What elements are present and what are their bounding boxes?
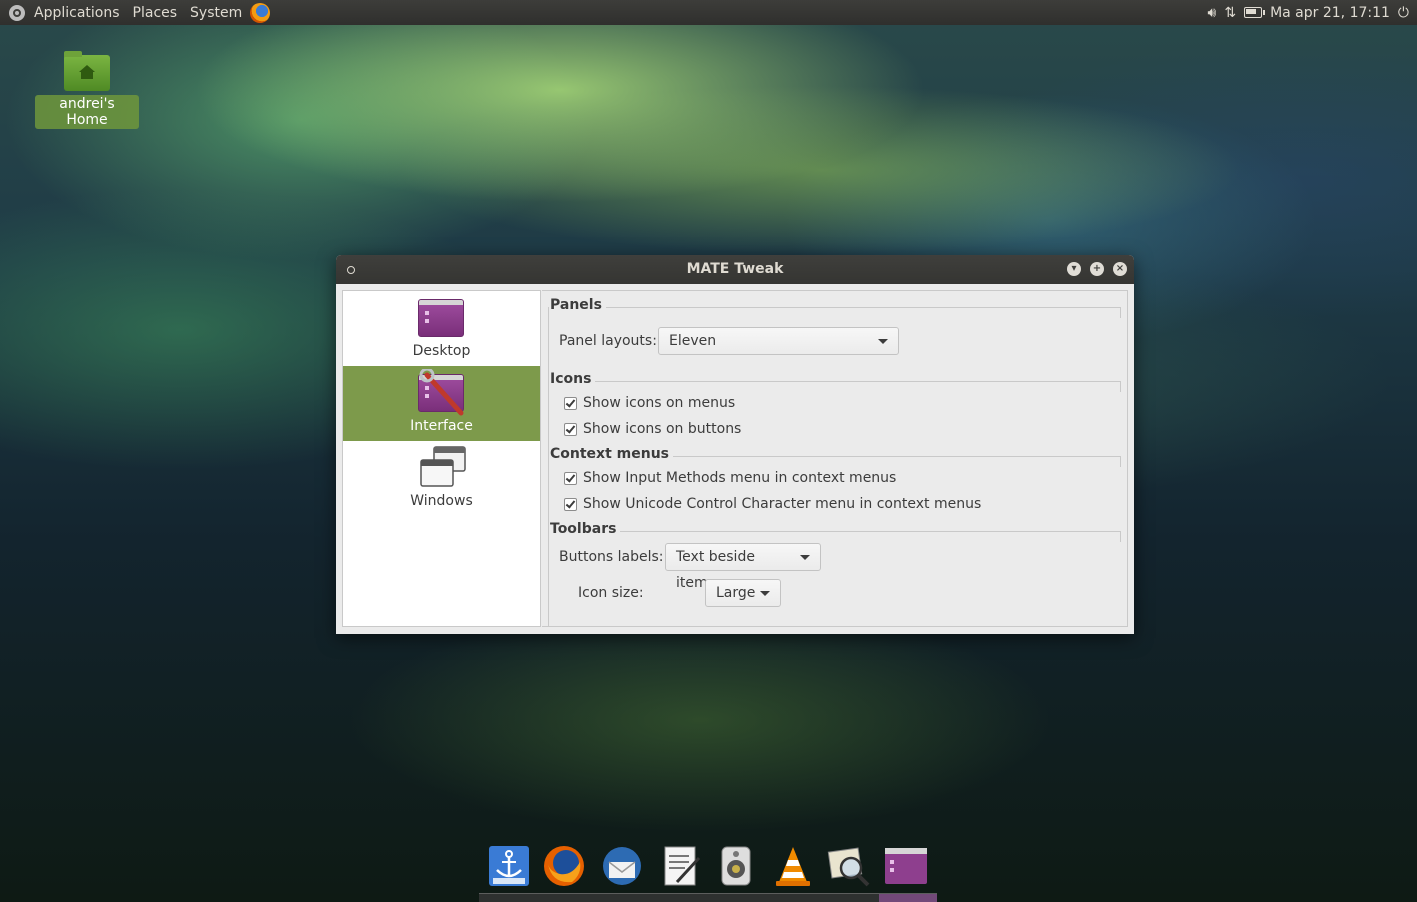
checkbox-checked-icon[interactable]	[564, 396, 577, 410]
show-icons-on-menus-checkbox[interactable]: Show icons on menus	[564, 395, 735, 411]
show-icons-on-buttons-checkbox[interactable]: Show icons on buttons	[564, 421, 741, 437]
sidebar-item-desktop[interactable]: Desktop	[343, 291, 540, 366]
icon-size-value: Large	[716, 585, 756, 601]
panel-layouts-dropdown[interactable]: Eleven	[658, 327, 899, 355]
dock	[479, 836, 937, 902]
panel-layouts-value: Eleven	[669, 333, 717, 349]
network-icon[interactable]: ⇅	[1224, 5, 1236, 21]
settings-panel: Panels Panel layouts: Eleven Icons Show …	[542, 290, 1128, 627]
mate-logo-icon[interactable]	[9, 4, 25, 21]
home-label: andrei's Home	[35, 95, 139, 129]
window-title: MATE Tweak	[686, 261, 784, 277]
section-title-panels: Panels	[550, 297, 606, 313]
section-title-icons: Icons	[550, 371, 596, 387]
home-folder-icon	[64, 51, 110, 91]
sidebar-item-label: Windows	[410, 493, 473, 509]
firefox-icon[interactable]	[542, 844, 586, 888]
chevron-down-icon	[878, 339, 888, 344]
buttons-labels-dropdown[interactable]: Text beside items	[665, 543, 821, 591]
icon-size-label: Icon size:	[578, 585, 644, 601]
checkbox-label: Show Unicode Control Character menu in c…	[583, 496, 982, 512]
clock[interactable]: Ma apr 21, 17:11	[1270, 5, 1390, 21]
minimize-icon[interactable]: ▾	[1067, 262, 1081, 276]
section-title-context-menus: Context menus	[550, 446, 673, 462]
checkbox-label: Show Input Methods menu in context menus	[583, 470, 897, 486]
power-icon[interactable]: ⏻	[1398, 5, 1409, 21]
image-viewer-icon[interactable]	[827, 844, 871, 888]
desktop-icon	[418, 299, 464, 337]
checkbox-checked-icon[interactable]	[564, 471, 577, 485]
section-divider	[590, 381, 1121, 392]
checkbox-label: Show icons on buttons	[583, 421, 742, 437]
panel-layouts-label: Panel layouts:	[559, 333, 657, 349]
battery-level	[1246, 9, 1257, 14]
checkbox-checked-icon[interactable]	[564, 497, 577, 511]
checkbox-label: Show icons on menus	[583, 395, 736, 411]
show-unicode-control-checkbox[interactable]: Show Unicode Control Character menu in c…	[564, 496, 981, 512]
chevron-down-icon	[800, 555, 810, 560]
menu-system[interactable]: System	[190, 5, 242, 21]
close-icon[interactable]: ×	[1113, 262, 1127, 276]
interface-icon	[418, 369, 464, 416]
menu-places[interactable]: Places	[133, 5, 178, 21]
dock-base	[479, 893, 937, 902]
windows-icon	[420, 446, 466, 487]
sidebar-item-interface[interactable]: Interface	[343, 366, 540, 441]
mate-tweak-icon[interactable]	[884, 844, 928, 888]
checkbox-checked-icon[interactable]	[564, 422, 577, 436]
thunderbird-icon[interactable]	[600, 844, 644, 888]
section-title-toolbars: Toolbars	[550, 521, 621, 537]
buttons-labels-label: Buttons labels:	[559, 549, 664, 565]
top-panel: Applications Places System 🔊︎ ⇅ Ma apr 2…	[0, 0, 1417, 25]
vlc-icon[interactable]	[771, 844, 815, 888]
maximize-icon[interactable]: +	[1090, 262, 1104, 276]
sidebar-item-label: Interface	[410, 418, 473, 434]
wrench-icon	[419, 369, 464, 416]
active-app-indicator	[879, 894, 937, 902]
chevron-down-icon	[760, 591, 770, 596]
section-divider	[602, 307, 1121, 318]
volume-icon[interactable]: 🔊︎	[1208, 5, 1217, 21]
firefox-launcher-icon[interactable]	[250, 2, 271, 23]
sidebar-item-label: Desktop	[412, 343, 471, 359]
battery-icon[interactable]	[1244, 7, 1266, 18]
text-editor-icon[interactable]	[659, 844, 703, 888]
menu-applications[interactable]: Applications	[34, 5, 120, 21]
section-divider	[664, 456, 1121, 467]
mate-tweak-window: MATE Tweak ▾ + × Desktop Interface Windo…	[336, 255, 1134, 634]
sidebar-item-windows[interactable]: Windows	[343, 441, 540, 516]
category-sidebar: Desktop Interface Windows	[342, 290, 541, 627]
speaker-icon[interactable]	[714, 844, 758, 888]
icon-size-dropdown[interactable]: Large	[705, 579, 781, 607]
section-divider	[614, 531, 1121, 542]
anchor-dock-icon[interactable]	[487, 844, 531, 888]
desktop-home-icon[interactable]: andrei's Home	[35, 51, 139, 129]
house-icon	[79, 65, 95, 79]
frame-border	[548, 307, 549, 627]
titlebar[interactable]: MATE Tweak ▾ + ×	[336, 255, 1134, 284]
show-input-methods-checkbox[interactable]: Show Input Methods menu in context menus	[564, 470, 896, 486]
